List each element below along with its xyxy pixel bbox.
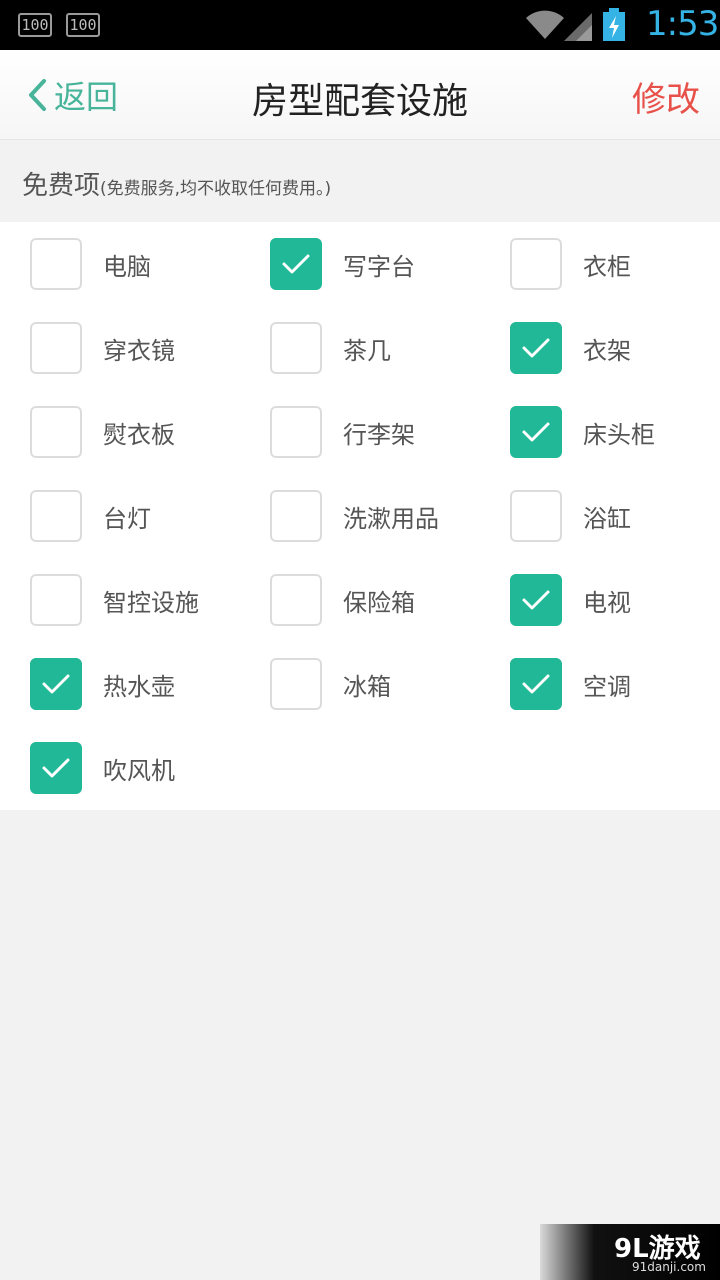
clock: 1:53 (646, 4, 719, 44)
top-bar: 返回 房型配套设施 修改 (0, 50, 720, 140)
checkmark-icon (522, 338, 550, 358)
signal-icon (564, 13, 592, 41)
checkbox-unchecked[interactable] (30, 406, 82, 458)
section-subtitle: (免费服务,均不收取任何费用。) (100, 179, 332, 199)
amenity-label: 写字台 (343, 252, 415, 281)
amenity-checkbox-item[interactable]: 床头柜 (480, 390, 720, 474)
checkbox-checked[interactable] (510, 658, 562, 710)
checkbox-unchecked[interactable] (270, 658, 322, 710)
amenity-label: 衣柜 (583, 252, 631, 281)
checkbox-unchecked[interactable] (270, 574, 322, 626)
amenity-checkbox-item[interactable]: 冰箱 (240, 642, 480, 726)
checkbox-unchecked[interactable] (30, 238, 82, 290)
amenity-checkbox-item[interactable]: 茶几 (240, 306, 480, 390)
checkbox-unchecked[interactable] (30, 490, 82, 542)
amenity-label: 穿衣镜 (103, 336, 175, 365)
page-title: 房型配套设施 (251, 81, 468, 122)
amenity-checkbox-item[interactable]: 熨衣板 (0, 390, 240, 474)
checkbox-unchecked[interactable] (270, 322, 322, 374)
checkmark-icon (282, 254, 310, 274)
amenity-label: 保险箱 (343, 588, 415, 617)
amenity-checkbox-item[interactable]: 穿衣镜 (0, 306, 240, 390)
amenity-label: 电视 (583, 588, 631, 617)
amenity-checkbox-item[interactable]: 电脑 (0, 222, 240, 306)
amenity-checkbox-item[interactable]: 衣架 (480, 306, 720, 390)
watermark-logo: 9L游戏 91danji.com (540, 1224, 720, 1280)
notification-badge: 100 (66, 13, 100, 37)
watermark-url: 91danji.com (632, 1260, 706, 1274)
amenity-label: 热水壶 (103, 672, 175, 701)
amenity-label: 冰箱 (343, 672, 391, 701)
amenity-label: 熨衣板 (103, 420, 175, 449)
amenity-label: 茶几 (343, 336, 391, 365)
section-header: 免费项(免费服务,均不收取任何费用。) (0, 140, 720, 222)
checkbox-unchecked[interactable] (510, 490, 562, 542)
amenity-label: 空调 (583, 672, 631, 701)
battery-icon (603, 8, 625, 41)
edit-button[interactable]: 修改 (632, 72, 700, 121)
checkmark-icon (522, 422, 550, 442)
amenity-label: 洗漱用品 (343, 504, 439, 533)
checkmark-icon (522, 590, 550, 610)
amenity-checkbox-item[interactable]: 空调 (480, 642, 720, 726)
checkbox-unchecked[interactable] (270, 406, 322, 458)
checkmark-icon (522, 674, 550, 694)
amenity-checkbox-item[interactable]: 台灯 (0, 474, 240, 558)
checkbox-unchecked[interactable] (30, 574, 82, 626)
amenity-checkbox-item[interactable]: 电视 (480, 558, 720, 642)
checkbox-unchecked[interactable] (510, 238, 562, 290)
amenity-label: 浴缸 (583, 504, 631, 533)
amenity-label: 智控设施 (103, 588, 199, 617)
amenity-grid: 电脑 写字台 衣柜穿衣镜 茶几 衣架熨衣板 行李架 床头柜台灯 洗漱用品 浴缸智控设施 保险箱 电视… (0, 222, 720, 810)
checkbox-checked[interactable] (30, 658, 82, 710)
checkbox-unchecked[interactable] (270, 490, 322, 542)
checkbox-checked[interactable] (510, 406, 562, 458)
checkbox-checked[interactable] (510, 574, 562, 626)
notification-badge: 100 (18, 13, 52, 37)
amenity-checkbox-item[interactable]: 保险箱 (240, 558, 480, 642)
amenity-checkbox-item[interactable]: 行李架 (240, 390, 480, 474)
amenity-checkbox-item[interactable]: 浴缸 (480, 474, 720, 558)
checkmark-icon (42, 674, 70, 694)
amenity-checkbox-item[interactable]: 热水壶 (0, 642, 240, 726)
checkbox-checked[interactable] (270, 238, 322, 290)
amenity-checkbox-item[interactable]: 智控设施 (0, 558, 240, 642)
amenity-label: 行李架 (343, 420, 415, 449)
checkbox-checked[interactable] (30, 742, 82, 794)
amenity-label: 吹风机 (103, 756, 175, 785)
checkbox-unchecked[interactable] (30, 322, 82, 374)
amenity-checkbox-item[interactable]: 吹风机 (0, 726, 240, 810)
amenity-label: 电脑 (103, 252, 151, 281)
checkmark-icon (42, 758, 70, 778)
status-bar: 100 100 1:53 (0, 0, 720, 50)
wifi-icon (526, 10, 564, 39)
section-title: 免费项 (22, 171, 101, 201)
checkbox-checked[interactable] (510, 322, 562, 374)
amenity-label: 衣架 (583, 336, 631, 365)
amenity-checkbox-item[interactable]: 洗漱用品 (240, 474, 480, 558)
amenity-label: 床头柜 (583, 420, 655, 449)
amenity-checkbox-item[interactable]: 写字台 (240, 222, 480, 306)
amenity-checkbox-item[interactable]: 衣柜 (480, 222, 720, 306)
amenity-label: 台灯 (103, 504, 151, 533)
